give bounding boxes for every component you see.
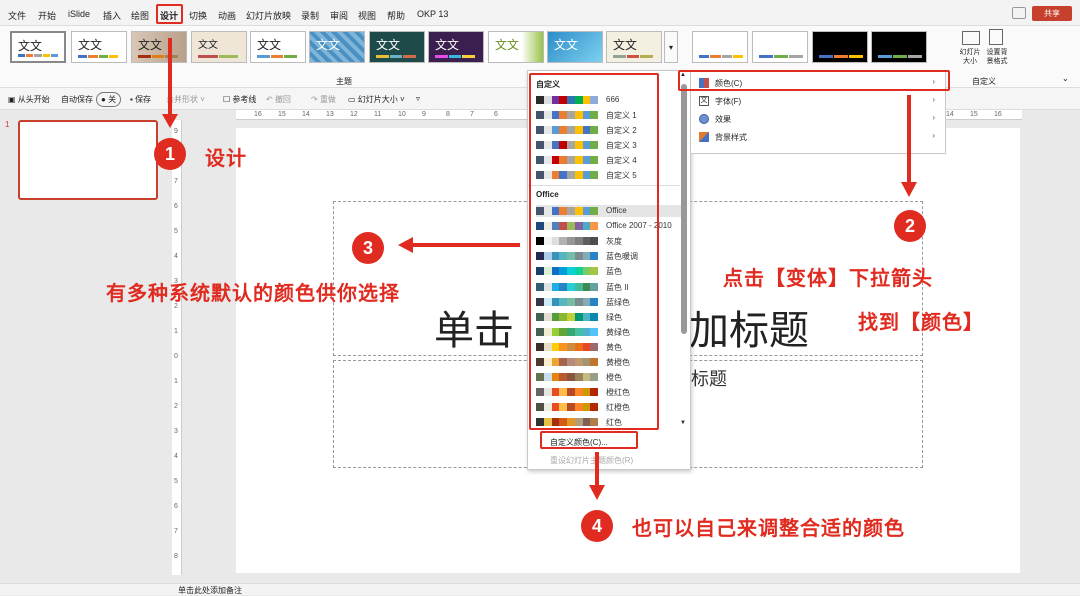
annotation-step1: 设计 (205, 148, 247, 170)
annotation-step4: 也可以自己来调整合适的颜色 (632, 518, 905, 540)
step-badge-3: 3 (352, 232, 384, 264)
annotation-step2a: 点击【变体】下拉箭头 (723, 268, 933, 290)
annotation-step3: 有多种系统默认的颜色供你选择 (106, 283, 400, 305)
step-badge-1: 1 (154, 138, 186, 170)
annotation-step2b: 找到【颜色】 (858, 312, 984, 334)
step-badge-4: 4 (581, 510, 613, 542)
step-badge-2: 2 (894, 210, 926, 242)
